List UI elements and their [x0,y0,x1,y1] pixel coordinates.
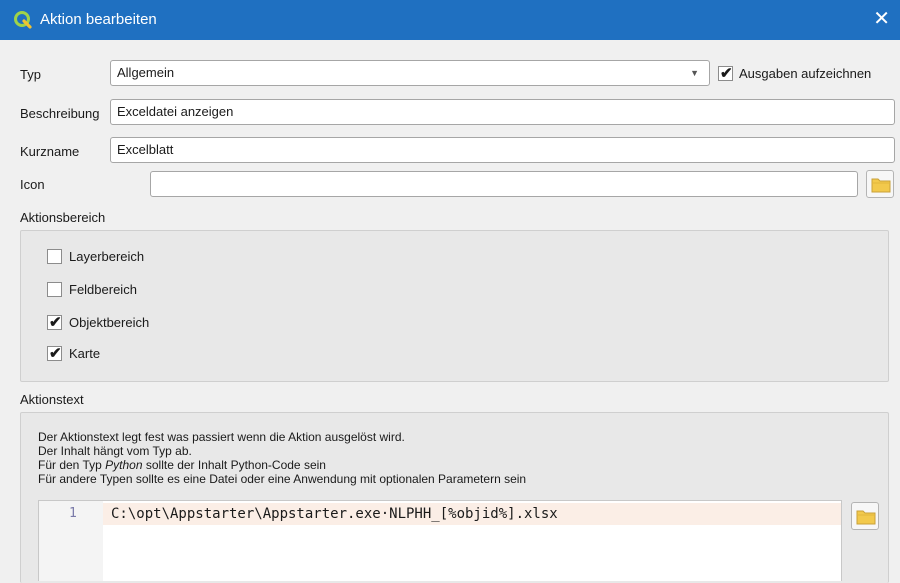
help-line-python: Python [105,458,143,472]
checkmark-icon: ✔ [720,65,733,82]
ausgaben-label: Ausgaben aufzeichnen [739,66,872,81]
window-title: Aktion bearbeiten [40,11,157,28]
title-bar: Aktion bearbeiten ✕ [0,0,900,40]
code-line[interactable]: C:\opt\Appstarter\Appstarter.exe·NLPHH_[… [111,506,558,522]
chevron-down-icon: ▼ [690,68,699,78]
aktionstext-code-editor[interactable]: 1 C:\opt\Appstarter\Appstarter.exe·NLPHH… [38,500,842,581]
objektbereich-label: Objektbereich [69,315,150,330]
ausgaben-checkbox[interactable]: ✔ [718,65,733,82]
feldbereich-checkbox[interactable] [47,282,62,297]
close-icon[interactable]: ✕ [873,8,890,30]
aktionsbereich-label: Aktionsbereich [20,210,106,225]
aktionstext-label: Aktionstext [20,392,84,407]
line-number: 1 [69,506,77,521]
help-line: Der Aktionstext legt fest was passiert w… [38,430,405,444]
qgis-icon [14,11,32,29]
icon-browse-button[interactable] [866,170,894,198]
beschreibung-input[interactable]: Exceldatei anzeigen [110,99,895,125]
help-line: Für andere Typen sollte es eine Datei od… [38,472,527,486]
typ-select-value: Allgemein [117,65,175,80]
aktionstext-help: Der Aktionstext legt fest was passiert w… [38,430,526,486]
checkmark-icon: ✔ [49,314,62,331]
karte-label: Karte [69,346,101,361]
help-line: Für den Typ Python sollte der Inhalt Pyt… [38,458,526,472]
beschreibung-value: Exceldatei anzeigen [117,104,234,119]
kurzname-value: Excelblatt [117,142,174,157]
help-line-prefix: Für den Typ [38,458,106,472]
folder-icon [856,510,876,525]
aktionsbereich-group [20,230,889,382]
checkmark-icon: ✔ [49,345,62,362]
help-line-suffix: sollte der Inhalt Python-Code sein [142,458,326,472]
icon-label: Icon [20,177,45,192]
kurzname-label: Kurzname [20,144,80,159]
typ-label: Typ [20,67,41,82]
beschreibung-label: Beschreibung [20,106,100,121]
typ-select[interactable]: Allgemein ▼ [110,60,710,86]
kurzname-input[interactable]: Excelblatt [110,137,895,163]
karte-checkbox[interactable]: ✔ [47,345,62,362]
layerbereich-label: Layerbereich [69,249,145,264]
icon-path-input[interactable] [150,171,858,197]
layerbereich-checkbox[interactable] [47,249,62,264]
aktionstext-browse-button[interactable] [851,502,879,530]
feldbereich-label: Feldbereich [69,282,137,297]
help-line: Der Inhalt hängt vom Typ ab. [38,444,192,458]
folder-icon [871,178,891,193]
objektbereich-checkbox[interactable]: ✔ [47,314,62,331]
